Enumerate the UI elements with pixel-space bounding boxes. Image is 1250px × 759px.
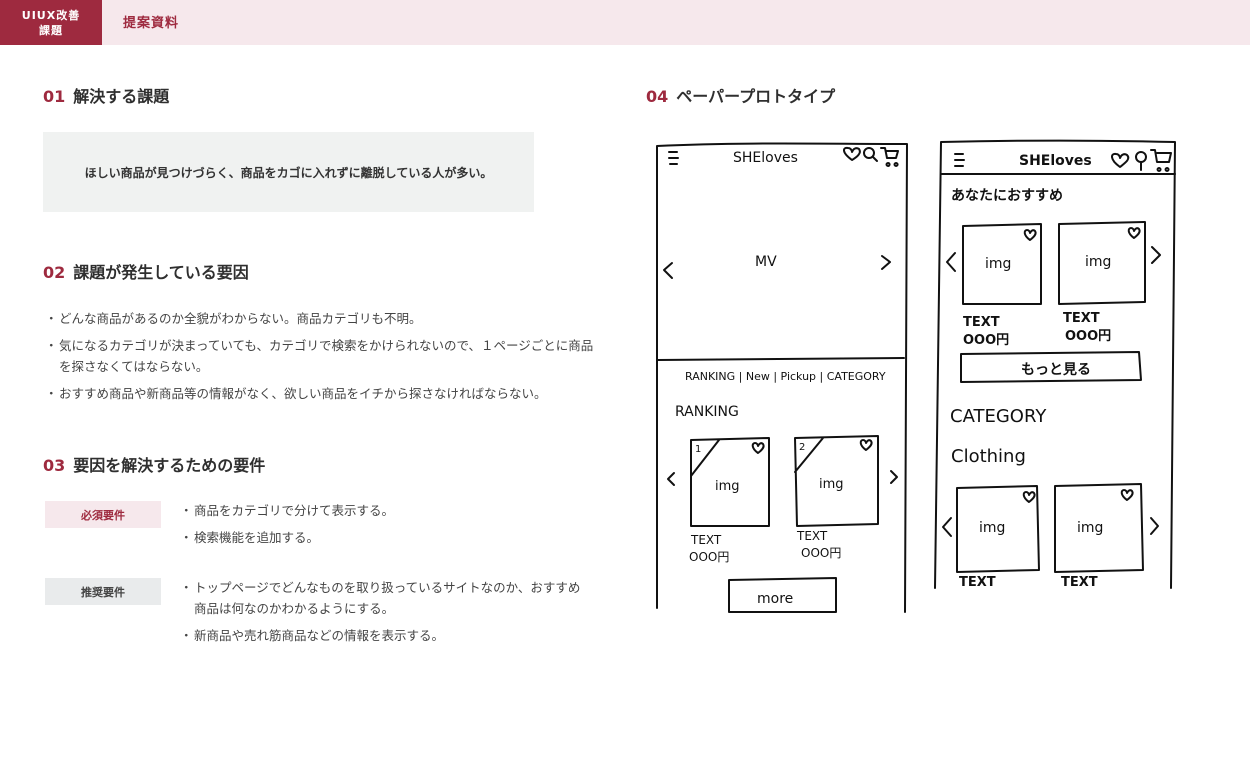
- section-03-heading: 03 要因を解決するための要件: [43, 452, 265, 476]
- section-number: 03: [43, 456, 66, 475]
- tag-line-1: UIUX改善: [21, 8, 81, 22]
- cause-list: どんな商品があるのか全貌がわからない。商品カテゴリも不明。 気になるカテゴリが決…: [45, 308, 605, 410]
- section-title: 要因を解決するための要件: [73, 456, 266, 475]
- sketch-text-label: TEXT: [1063, 311, 1100, 326]
- sketch-more-label: more: [757, 591, 793, 607]
- heart-icon: [1120, 489, 1134, 501]
- sketch-more-label: もっと見る: [1021, 362, 1091, 378]
- chevron-right-icon: [1150, 517, 1159, 535]
- sketch-rank-number: 1: [695, 444, 701, 455]
- sketch-img-label: img: [979, 520, 1005, 536]
- sketch-logo: SHElovеs: [1019, 153, 1092, 169]
- sketch-recommend-title: あなたにおすすめ: [951, 188, 1063, 204]
- section-number: 04: [646, 87, 669, 106]
- sketch-product-card: img TEXT OOO円: [962, 223, 1042, 348]
- list-item: 新商品や売れ筋商品などの情報を表示する。: [180, 625, 590, 646]
- list-item: どんな商品があるのか全貌がわからない。商品カテゴリも不明。: [45, 308, 605, 329]
- section-title: 課題が発生している要因: [73, 263, 249, 282]
- sketch-text-label: TEXT: [963, 315, 1000, 330]
- hamburger-icon: [954, 153, 965, 167]
- heart-icon: [1022, 491, 1036, 503]
- list-item: トップページでどんなものを取り扱っているサイトなのか、おすすめ商品は何なのかわか…: [180, 577, 590, 619]
- heart-icon: [843, 146, 861, 161]
- paper-prototype-sketch: SHEloves MV RANKING | New | Pickup | CAT…: [656, 139, 1176, 613]
- recommended-requirement-list: トップページでどんなものを取り扱っているサイトなのか、おすすめ商品は何なのかわか…: [180, 577, 590, 652]
- sketch-product-card: img TEXT: [956, 485, 1040, 590]
- sketch-logo: SHEloves: [733, 150, 798, 166]
- issue-box: ほしい商品が見つけづらく、商品をカゴに入れずに離脱している人が多い。: [43, 132, 534, 212]
- sketch-rank-number: 2: [799, 442, 805, 453]
- heart-icon: [1127, 227, 1141, 239]
- heart-icon: [751, 442, 765, 454]
- chevron-left-icon: [663, 262, 673, 279]
- list-item: 気になるカテゴリが決まっていても、カテゴリで検索をかけられないので、１ページごと…: [45, 335, 605, 377]
- sketch-price-label: OOO円: [689, 550, 729, 564]
- hamburger-icon: [668, 151, 679, 165]
- chevron-right-icon: [890, 470, 898, 484]
- section-01-heading: 01 解決する課題: [43, 83, 169, 107]
- sketch-text-label: TEXT: [796, 529, 828, 543]
- section-04-heading: 04 ペーパープロトタイプ: [646, 83, 835, 107]
- section-title: ペーパープロトタイプ: [676, 87, 836, 106]
- search-icon: [863, 147, 878, 162]
- recommended-requirement-badge: 推奨要件: [45, 578, 161, 605]
- tag-line-2: 課題: [39, 23, 63, 37]
- chevron-left-icon: [667, 472, 675, 486]
- top-bar: [0, 0, 1250, 45]
- section-number: 01: [43, 87, 66, 106]
- heart-icon: [859, 439, 873, 451]
- sketch-price-label: OOO円: [963, 333, 1009, 348]
- list-item: 商品をカテゴリで分けて表示する。: [180, 500, 590, 521]
- chevron-right-icon: [1151, 246, 1161, 264]
- issue-text: ほしい商品が見つけづらく、商品をカゴに入れずに離脱している人が多い。: [84, 165, 493, 180]
- section-title: 解決する課題: [73, 87, 170, 106]
- section-02-heading: 02 課題が発生している要因: [43, 259, 249, 283]
- sketch-ranking-title: RANKING: [675, 404, 739, 420]
- sketch-nav-tabs: RANKING | New | Pickup | CATEGORY: [685, 370, 886, 383]
- sketch-price-label: OOO円: [1065, 329, 1111, 344]
- section-number: 02: [43, 263, 66, 282]
- chevron-right-icon: [881, 255, 891, 270]
- sketch-mv-label: MV: [755, 254, 777, 270]
- sketch-product-card: img TEXT: [1054, 483, 1144, 590]
- sketch-clothing-title: Clothing: [951, 446, 1026, 467]
- must-requirement-badge: 必須要件: [45, 501, 161, 528]
- cart-icon: [880, 147, 899, 167]
- category-tag: UIUX改善 課題: [0, 0, 102, 45]
- chevron-left-icon: [942, 517, 952, 537]
- must-requirement-list: 商品をカテゴリで分けて表示する。 検索機能を追加する。: [180, 500, 590, 554]
- chevron-left-icon: [946, 252, 956, 272]
- list-item: おすすめ商品や新商品等の情報がなく、欲しい商品をイチから探さなければならない。: [45, 383, 605, 404]
- sketch-img-label: img: [985, 256, 1011, 272]
- heart-icon: [1111, 152, 1130, 168]
- left-wireframe: SHEloves MV RANKING | New | Pickup | CAT…: [656, 142, 908, 613]
- sketch-img-label: img: [715, 479, 740, 494]
- sketch-text-label: TEXT: [1061, 575, 1098, 590]
- cart-icon: [1150, 149, 1172, 172]
- sketch-img-label: img: [1085, 254, 1111, 270]
- sketch-text-label: TEXT: [690, 533, 722, 547]
- sketch-img-label: img: [1077, 520, 1103, 536]
- location-pin-icon: [1135, 151, 1147, 171]
- right-wireframe: SHElovеs あなたにおすすめ img TEXT OOO円 img TEXT…: [934, 139, 1176, 590]
- sketch-text-label: TEXT: [959, 575, 996, 590]
- sketch-img-label: img: [819, 477, 844, 492]
- sketch-price-label: OOO円: [801, 546, 841, 560]
- page-title: 提案資料: [123, 16, 180, 31]
- sketch-category-title: CATEGORY: [950, 406, 1047, 427]
- heart-icon: [1023, 229, 1037, 241]
- list-item: 検索機能を追加する。: [180, 527, 590, 548]
- sketch-product-card: 2 img TEXT OOO円: [794, 435, 879, 560]
- sketch-product-card: img TEXT OOO円: [1058, 221, 1146, 344]
- sketch-product-card: 1 img TEXT OOO円: [689, 437, 770, 564]
